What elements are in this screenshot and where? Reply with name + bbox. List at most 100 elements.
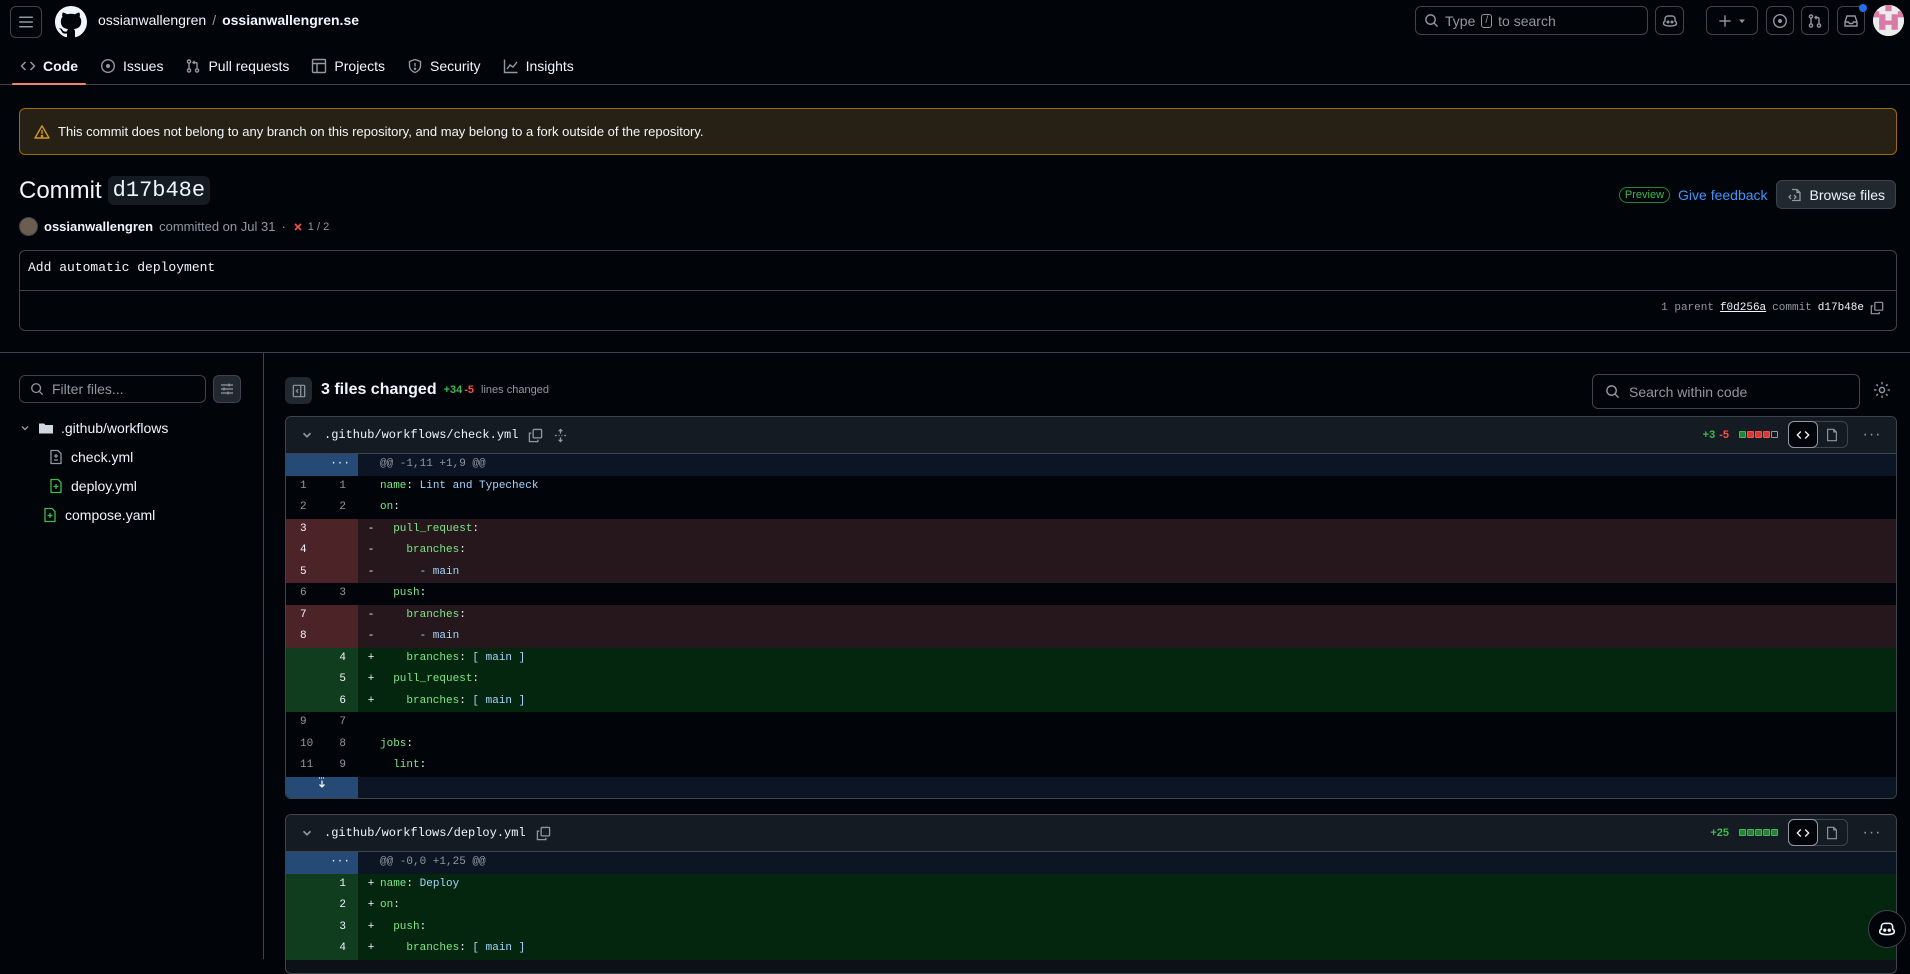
full-commit-sha: d17b48e bbox=[1818, 302, 1864, 314]
added-line: 4+ branches: [ main ] bbox=[286, 648, 1896, 670]
copy-icon[interactable] bbox=[528, 428, 543, 443]
expand-down-button[interactable] bbox=[286, 777, 358, 799]
file-path[interactable]: .github/workflows/deploy.yml bbox=[324, 826, 526, 840]
github-logo-icon[interactable] bbox=[55, 6, 87, 38]
expand-all-icon[interactable] bbox=[553, 428, 568, 443]
old-line-number[interactable] bbox=[286, 691, 330, 713]
filter-options-button[interactable] bbox=[213, 375, 241, 403]
new-line-number[interactable]: 2 bbox=[330, 895, 358, 917]
new-line-number[interactable]: 7 bbox=[330, 712, 358, 734]
new-line-number[interactable] bbox=[330, 540, 358, 562]
old-line-number[interactable]: 7 bbox=[286, 605, 330, 627]
hunk-header: @@ -1,11 +1,9 @@ bbox=[380, 454, 486, 476]
diff-file-card: .github/workflows/check.yml +3 -5 ··· ··… bbox=[285, 416, 1897, 799]
user-avatar[interactable] bbox=[1873, 5, 1904, 36]
new-line-number[interactable]: 5 bbox=[330, 669, 358, 691]
old-line-number[interactable] bbox=[286, 895, 330, 917]
old-line-number[interactable]: 11 bbox=[286, 755, 330, 777]
tab-security[interactable]: Security bbox=[399, 48, 489, 84]
kebab-horizontal-icon[interactable]: ··· bbox=[1858, 824, 1886, 842]
yaml-value: Deploy bbox=[413, 878, 459, 890]
expand-hunk-button[interactable]: ··· bbox=[286, 852, 358, 874]
sidebar-divider[interactable] bbox=[263, 352, 264, 959]
new-line-number[interactable]: 6 bbox=[330, 691, 358, 713]
tree-file[interactable]: check.yml bbox=[19, 442, 168, 471]
old-line-number[interactable]: 4 bbox=[286, 540, 330, 562]
tree-item-label: deploy.yml bbox=[71, 478, 137, 494]
old-line-number[interactable]: 6 bbox=[286, 583, 330, 605]
kebab-horizontal-icon[interactable]: ··· bbox=[1858, 426, 1886, 444]
copilot-icon bbox=[1878, 920, 1896, 938]
new-line-number[interactable]: 8 bbox=[330, 734, 358, 756]
old-line-number[interactable] bbox=[286, 648, 330, 670]
copilot-chat-button[interactable] bbox=[1655, 6, 1684, 35]
new-line-number[interactable] bbox=[330, 562, 358, 584]
new-line-number[interactable] bbox=[330, 626, 358, 648]
diff-lines: ··· @@ -0,0 +1,25 @@ 1+name: Deploy2+on:… bbox=[286, 852, 1896, 960]
file-view-button[interactable] bbox=[1817, 820, 1847, 845]
yaml-colon: : bbox=[459, 652, 466, 664]
old-line-number[interactable]: 2 bbox=[286, 497, 330, 519]
gear-icon[interactable] bbox=[1873, 381, 1893, 401]
chevron-down-icon bbox=[19, 422, 31, 434]
old-line-number[interactable]: 5 bbox=[286, 562, 330, 584]
expand-hunk-button[interactable]: ··· bbox=[286, 454, 358, 476]
old-line-number[interactable]: 1 bbox=[286, 476, 330, 498]
yaml-key: push bbox=[393, 921, 419, 933]
tree-file[interactable]: deploy.yml bbox=[19, 471, 168, 500]
give-feedback-link[interactable]: Give feedback bbox=[1678, 187, 1768, 203]
author-avatar[interactable] bbox=[19, 217, 38, 236]
parent-sha-link[interactable]: f0d256a bbox=[1720, 302, 1766, 314]
old-line-number[interactable] bbox=[286, 938, 330, 960]
old-line-number[interactable] bbox=[286, 917, 330, 939]
global-search-input[interactable]: Type / to search bbox=[1415, 6, 1648, 35]
create-new-button[interactable] bbox=[1706, 6, 1758, 35]
old-line-number[interactable]: 9 bbox=[286, 712, 330, 734]
new-line-number[interactable]: 3 bbox=[330, 917, 358, 939]
repo-name-link[interactable]: ossianwallengren.se bbox=[222, 12, 359, 28]
new-line-number[interactable]: 9 bbox=[330, 755, 358, 777]
old-line-number[interactable]: 8 bbox=[286, 626, 330, 648]
code-view-button[interactable] bbox=[1788, 421, 1818, 448]
chevron-down-icon[interactable] bbox=[300, 826, 314, 840]
diff-marker bbox=[358, 734, 380, 756]
tree-folder[interactable]: .github/workflows bbox=[19, 413, 168, 442]
code-view-button[interactable] bbox=[1788, 819, 1818, 846]
file-tree: .github/workflows check.yml deploy.yml c… bbox=[19, 413, 168, 529]
tab-projects[interactable]: Projects bbox=[303, 48, 393, 84]
chevron-down-icon[interactable] bbox=[300, 428, 314, 442]
file-path[interactable]: .github/workflows/check.yml bbox=[324, 428, 518, 442]
tab-insights[interactable]: Insights bbox=[495, 48, 582, 84]
file-view-button[interactable] bbox=[1817, 422, 1847, 447]
filter-files-input[interactable]: Filter files... bbox=[19, 375, 206, 403]
new-line-number[interactable]: 1 bbox=[330, 874, 358, 896]
your-pull-requests-button[interactable] bbox=[1801, 6, 1829, 35]
new-line-number[interactable]: 3 bbox=[330, 583, 358, 605]
old-line-number[interactable]: 3 bbox=[286, 519, 330, 541]
new-line-number[interactable] bbox=[330, 519, 358, 541]
author-link[interactable]: ossianwallengren bbox=[44, 219, 153, 234]
old-line-number[interactable]: 10 bbox=[286, 734, 330, 756]
new-line-number[interactable]: 2 bbox=[330, 497, 358, 519]
new-line-number[interactable]: 4 bbox=[330, 648, 358, 670]
your-issues-button[interactable] bbox=[1766, 6, 1794, 35]
toggle-file-tree-button[interactable] bbox=[285, 377, 312, 404]
browse-files-button[interactable]: Browse files bbox=[1776, 180, 1896, 209]
search-within-code-input[interactable]: Search within code bbox=[1592, 374, 1860, 409]
notifications-button[interactable] bbox=[1837, 6, 1865, 35]
check-status[interactable]: 1 / 2 bbox=[292, 221, 329, 233]
copilot-floating-button[interactable] bbox=[1868, 910, 1906, 948]
new-line-number[interactable] bbox=[330, 605, 358, 627]
open-global-nav-button[interactable] bbox=[10, 6, 42, 38]
repo-owner-link[interactable]: ossianwallengren bbox=[98, 12, 206, 28]
new-line-number[interactable]: 4 bbox=[330, 938, 358, 960]
old-line-number[interactable] bbox=[286, 874, 330, 896]
old-line-number[interactable] bbox=[286, 669, 330, 691]
tab-code[interactable]: Code bbox=[12, 48, 86, 84]
tree-file[interactable]: compose.yaml bbox=[19, 500, 168, 529]
copy-icon[interactable] bbox=[1870, 301, 1884, 315]
tab-pull-requests[interactable]: Pull requests bbox=[177, 48, 297, 84]
copy-icon[interactable] bbox=[536, 826, 551, 841]
new-line-number[interactable]: 1 bbox=[330, 476, 358, 498]
tab-issues[interactable]: Issues bbox=[92, 48, 171, 84]
